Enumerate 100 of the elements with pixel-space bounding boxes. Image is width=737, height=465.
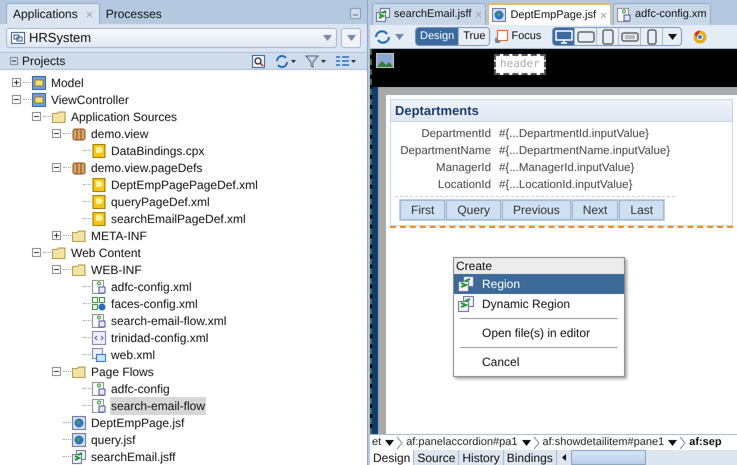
device-button[interactable] bbox=[575, 28, 598, 45]
editor-tab[interactable]: adfc-config.xm bbox=[613, 3, 711, 25]
view-tab[interactable]: Bindings bbox=[504, 450, 557, 465]
tree-item[interactable]: query.jsf bbox=[90, 430, 136, 448]
tree-item[interactable]: Application Sources bbox=[70, 108, 178, 126]
mode-toggle[interactable]: True bbox=[458, 28, 490, 45]
tree-item[interactable]: DeptEmpPage.jsf bbox=[90, 414, 186, 432]
mode-toggle[interactable]: Design bbox=[416, 28, 458, 45]
collapse-icon[interactable] bbox=[10, 57, 18, 65]
project-folder-icon bbox=[32, 92, 46, 106]
monitor-icon bbox=[554, 30, 573, 44]
sync-icon[interactable] bbox=[275, 54, 297, 68]
editor-tab[interactable]: DeptEmpPage.jsf bbox=[488, 3, 612, 25]
folder-icon bbox=[72, 364, 86, 378]
panel-tab[interactable]: Applications bbox=[6, 3, 100, 24]
caret-icon bbox=[346, 35, 356, 41]
application-selector[interactable]: HRSystem bbox=[6, 28, 337, 48]
tree-item[interactable]: WEB-INF bbox=[90, 260, 143, 278]
globe-page-icon bbox=[492, 8, 506, 22]
tree-item[interactable]: DataBindings.cpx bbox=[110, 142, 206, 160]
diagram-file-icon bbox=[92, 398, 106, 412]
list-options-icon[interactable] bbox=[335, 54, 357, 68]
collapse-icon[interactable] bbox=[12, 95, 21, 104]
field-value: #{...LocationId.inputValue} bbox=[499, 178, 632, 193]
breadcrumb-item[interactable]: af:panelaccordion#pa1 bbox=[404, 435, 520, 450]
breadcrumb-item[interactable]: af:showdetailitem#pane1 bbox=[540, 435, 666, 450]
tree-item[interactable]: ViewController bbox=[50, 90, 130, 108]
diagram-file-icon bbox=[92, 280, 106, 294]
tree-item[interactable]: META-INF bbox=[90, 226, 148, 244]
tree-item[interactable]: adfc-config.xml bbox=[110, 278, 193, 296]
tree-item[interactable]: trinidad-config.xml bbox=[110, 328, 210, 346]
caret-icon[interactable] bbox=[385, 440, 394, 446]
page-fragment-icon bbox=[72, 450, 86, 464]
tree-item[interactable]: queryPageDef.xml bbox=[110, 192, 211, 210]
collapse-icon[interactable] bbox=[52, 367, 61, 376]
package-icon bbox=[72, 126, 86, 140]
nav-button[interactable]: Next bbox=[572, 200, 618, 220]
dropdown-button[interactable] bbox=[663, 28, 682, 45]
device-button[interactable] bbox=[641, 28, 664, 45]
tablet-icon bbox=[600, 28, 615, 44]
nav-button[interactable]: Query bbox=[446, 200, 502, 220]
tree-item[interactable]: searchEmailPageDef.xml bbox=[110, 210, 247, 228]
tree-item[interactable]: faces-config.xml bbox=[110, 294, 199, 312]
page-fragment-icon bbox=[458, 276, 474, 292]
caret-icon[interactable] bbox=[522, 440, 530, 446]
menu-button[interactable] bbox=[341, 28, 361, 48]
tree-item[interactable]: adfc-config bbox=[110, 380, 171, 398]
search-icon[interactable] bbox=[252, 54, 265, 68]
caret-icon bbox=[668, 34, 677, 40]
collapse-icon[interactable] bbox=[32, 112, 41, 121]
focus-button[interactable]: Focus bbox=[493, 28, 544, 45]
folder-icon bbox=[72, 262, 86, 276]
collapse-icon[interactable] bbox=[52, 163, 61, 172]
panel-tab[interactable]: Processes bbox=[100, 3, 168, 24]
minimize-icon[interactable] bbox=[350, 8, 361, 19]
editor-tab[interactable]: searchEmail.jsff bbox=[372, 3, 486, 25]
document-icon bbox=[92, 144, 106, 158]
menu-item[interactable]: Cancel bbox=[454, 352, 624, 372]
caret-icon[interactable] bbox=[668, 440, 678, 446]
breadcrumb-item[interactable]: af:sep bbox=[687, 435, 724, 450]
expand-icon[interactable] bbox=[12, 78, 21, 87]
browser-icon[interactable] bbox=[693, 30, 708, 44]
device-button[interactable] bbox=[553, 28, 576, 45]
tree-item[interactable]: Page Flows bbox=[90, 362, 155, 380]
menu-item[interactable]: Region bbox=[454, 274, 624, 294]
document-icon bbox=[92, 178, 106, 192]
menu-item[interactable]: Open file(s) in editor bbox=[454, 323, 624, 343]
collapse-icon[interactable] bbox=[52, 265, 61, 274]
tree-item[interactable]: search-email-flow.xml bbox=[110, 312, 228, 330]
menu-item[interactable]: Dynamic Region bbox=[454, 294, 624, 314]
device-button[interactable] bbox=[597, 28, 620, 45]
filter-icon[interactable] bbox=[305, 54, 327, 68]
tree-item[interactable]: web.xml bbox=[110, 346, 156, 364]
tree-item[interactable]: demo.view.pageDefs bbox=[90, 158, 204, 176]
tree-item[interactable]: DeptEmpPagePageDef.xml bbox=[110, 176, 259, 194]
expand-icon[interactable] bbox=[52, 231, 61, 240]
tree-item[interactable]: searchEmail.jsff bbox=[90, 448, 176, 465]
nav-button[interactable]: Previous bbox=[502, 200, 571, 220]
tree-item[interactable]: Model bbox=[50, 74, 85, 92]
field-label: DepartmentName bbox=[399, 144, 492, 159]
collapse-icon[interactable] bbox=[52, 129, 61, 138]
tree-item[interactable]: demo.view bbox=[90, 124, 150, 142]
tree-item[interactable]: search-email-flow bbox=[110, 396, 206, 414]
menu-header: Create bbox=[454, 258, 624, 274]
document-icon bbox=[92, 194, 106, 208]
breadcrumb-item[interactable]: et bbox=[370, 435, 384, 450]
scrollbar-thumb[interactable] bbox=[570, 450, 646, 465]
focus-icon bbox=[495, 30, 508, 43]
view-tab[interactable]: Design bbox=[370, 450, 414, 465]
image-icon bbox=[376, 53, 394, 68]
collapse-icon[interactable] bbox=[32, 248, 41, 257]
device-button[interactable] bbox=[619, 28, 642, 45]
tree-item[interactable]: Web Content bbox=[70, 244, 142, 262]
document-icon bbox=[92, 212, 106, 226]
folder-icon bbox=[52, 246, 66, 260]
globe-page-icon bbox=[72, 432, 86, 446]
section-title: Projects bbox=[22, 53, 66, 70]
nav-button[interactable]: First bbox=[400, 200, 446, 220]
nav-button[interactable]: Last bbox=[619, 200, 664, 220]
refresh-icon[interactable] bbox=[374, 28, 392, 44]
